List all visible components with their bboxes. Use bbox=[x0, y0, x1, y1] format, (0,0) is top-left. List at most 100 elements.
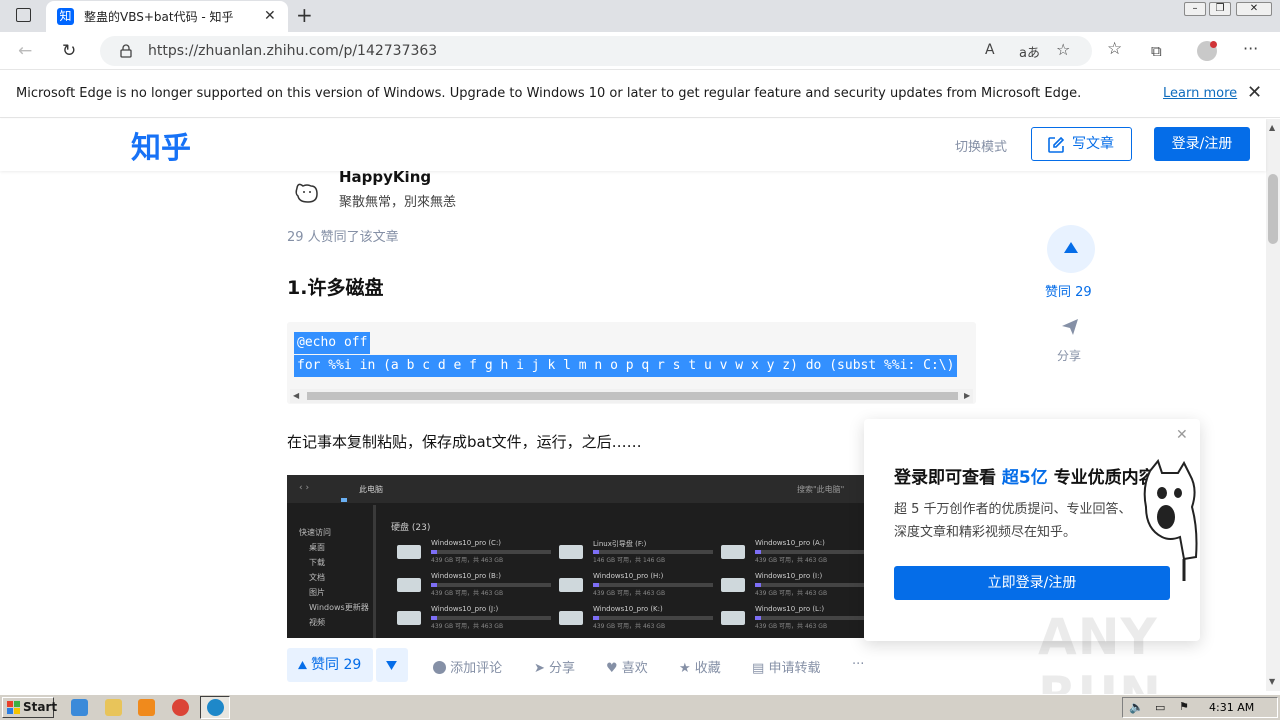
collections-icon[interactable]: ⧉ bbox=[1151, 42, 1162, 60]
star-icon: ★ bbox=[679, 661, 691, 676]
drive-info: 439 GB 可用，共 463 GB bbox=[593, 590, 666, 597]
notice-text: Microsoft Edge is no longer supported on… bbox=[16, 86, 1082, 101]
popup-login-button[interactable]: 立即登录/注册 bbox=[894, 566, 1170, 600]
translate-icon[interactable]: aあ bbox=[1019, 42, 1040, 61]
side-upvote-button[interactable] bbox=[1047, 225, 1095, 273]
popup-title-highlight: 超5亿 bbox=[1001, 468, 1048, 488]
repost-label: 申请转载 bbox=[768, 661, 821, 676]
tab-title: 整蛊的VBS+bat代码 - 知乎 bbox=[84, 10, 234, 24]
drive-icon bbox=[397, 611, 421, 625]
side-vote-count[interactable]: 赞同 29 bbox=[1045, 281, 1092, 300]
drive-icon bbox=[559, 578, 583, 592]
collect-button[interactable]: ★ 收藏 bbox=[679, 657, 721, 676]
minimize-icon[interactable]: – bbox=[1184, 2, 1206, 16]
drive-info: 439 GB 可用，共 463 GB bbox=[755, 557, 828, 564]
add-favorite-icon[interactable]: ☆ bbox=[1056, 40, 1070, 59]
popup-title-pre: 登录即可查看 bbox=[894, 468, 996, 488]
share-label: 分享 bbox=[549, 661, 576, 676]
scroll-right-icon[interactable]: ▶ bbox=[964, 391, 970, 400]
like-button[interactable]: ♥ 喜欢 bbox=[606, 657, 648, 676]
tab-actions-icon[interactable] bbox=[16, 8, 31, 22]
login-button[interactable]: 登录/注册 bbox=[1154, 127, 1250, 161]
code-block[interactable]: @echo off for %%i in (a b c d e f g h i … bbox=[287, 322, 976, 404]
address-bar: ← ↻ https://zhuanlan.zhihu.com/p/1427373… bbox=[0, 32, 1280, 70]
zhihu-logo[interactable]: 知乎 bbox=[131, 123, 191, 167]
more-actions-button[interactable]: ··· bbox=[852, 657, 864, 672]
learn-more-link[interactable]: Learn more bbox=[1163, 86, 1237, 101]
code-scroll-thumb[interactable] bbox=[307, 392, 958, 400]
url-field[interactable]: https://zhuanlan.zhihu.com/p/142737363 A… bbox=[100, 36, 1092, 66]
system-tray: 🔈 ▭ ⚑ 4:31 AM bbox=[1122, 697, 1278, 718]
explorer-nav-item: 文档 bbox=[309, 573, 325, 582]
taskbar: Start 🔈 ▭ ⚑ 4:31 AM bbox=[0, 694, 1280, 720]
network-icon[interactable]: ▭ bbox=[1155, 701, 1165, 714]
repost-button[interactable]: ▤ 申请转载 bbox=[752, 657, 820, 676]
profile-avatar[interactable] bbox=[1197, 41, 1217, 61]
favorites-icon[interactable]: ☆ bbox=[1107, 39, 1122, 59]
write-article-button[interactable]: 写文章 bbox=[1031, 127, 1132, 161]
close-popup-icon[interactable]: ✕ bbox=[1176, 427, 1188, 443]
flag-icon[interactable]: ⚑ bbox=[1179, 700, 1189, 713]
folder-icon[interactable] bbox=[105, 699, 122, 716]
page-scrollbar[interactable]: ▲ ▼ bbox=[1266, 119, 1280, 691]
drive-usage-bar bbox=[593, 583, 713, 587]
restore-icon[interactable]: ❐ bbox=[1209, 2, 1231, 16]
drive-name: Windows10_pro (K:) bbox=[593, 605, 663, 613]
drive-name: Windows10_pro (J:) bbox=[431, 605, 499, 613]
browser-titlebar: 知 整蛊的VBS+bat代码 - 知乎 ✕ + – ❐ ✕ bbox=[0, 0, 1280, 32]
drive-usage-bar bbox=[755, 550, 864, 554]
drive-info: 146 GB 可用，共 146 GB bbox=[593, 557, 666, 564]
drive-icon bbox=[721, 578, 745, 592]
close-tab-icon[interactable]: ✕ bbox=[264, 8, 276, 24]
windows-flag-icon bbox=[7, 701, 20, 714]
explorer-nav-item: 下载 bbox=[309, 558, 325, 567]
downvote-arrow-icon bbox=[386, 661, 397, 670]
vote-summary: 29 人赞同了该文章 bbox=[287, 230, 399, 245]
share-icon[interactable] bbox=[1061, 318, 1079, 336]
downvote-button[interactable] bbox=[376, 648, 408, 682]
refresh-icon[interactable]: ↻ bbox=[62, 41, 76, 61]
code-scrollbar[interactable]: ◀ ▶ bbox=[290, 389, 973, 403]
explorer-nav-arrows-icon: ‹ › bbox=[299, 483, 310, 493]
write-article-label: 写文章 bbox=[1072, 136, 1114, 152]
new-tab-icon[interactable]: + bbox=[296, 3, 313, 27]
collect-label: 收藏 bbox=[694, 661, 721, 676]
drive-name: Windows10_pro (I:) bbox=[755, 572, 823, 580]
chrome-icon[interactable] bbox=[172, 699, 189, 716]
comment-button[interactable]: 添加评论 bbox=[433, 657, 502, 676]
side-share-label[interactable]: 分享 bbox=[1057, 347, 1081, 364]
drives-section-title: 硬盘 (23) bbox=[391, 523, 431, 533]
browser-tab[interactable]: 知 整蛊的VBS+bat代码 - 知乎 ✕ bbox=[46, 1, 288, 32]
read-aloud-icon[interactable]: A bbox=[985, 42, 995, 58]
code-line: @echo off bbox=[294, 332, 371, 354]
drive-name: Linux引导盘 (F:) bbox=[593, 540, 647, 548]
explorer-nav-item: 图片 bbox=[309, 588, 325, 597]
scroll-left-icon[interactable]: ◀ bbox=[293, 391, 299, 400]
explorer-splitter bbox=[373, 505, 376, 638]
site-header: 知乎 切换模式 写文章 登录/注册 bbox=[0, 119, 1266, 171]
switch-mode-link[interactable]: 切换模式 bbox=[955, 136, 1007, 155]
close-window-icon[interactable]: ✕ bbox=[1236, 2, 1272, 16]
scroll-thumb[interactable] bbox=[1268, 174, 1278, 244]
settings-more-icon[interactable]: ··· bbox=[1243, 39, 1258, 58]
author-avatar[interactable] bbox=[292, 178, 322, 208]
mascot-illustration bbox=[1143, 459, 1198, 581]
explorer-breadcrumb: 此电脑 bbox=[359, 485, 383, 494]
edge-taskbar-button[interactable] bbox=[200, 696, 230, 719]
lock-icon bbox=[120, 44, 132, 58]
scroll-up-icon[interactable]: ▲ bbox=[1269, 123, 1275, 132]
media-player-icon[interactable] bbox=[138, 699, 155, 716]
explorer-nav-item: Windows更新器 bbox=[309, 603, 369, 612]
drive-name: Windows10_pro (A:) bbox=[755, 539, 825, 547]
ie-icon[interactable] bbox=[71, 699, 88, 716]
drive-name: Windows10_pro (H:) bbox=[593, 572, 664, 580]
share-button[interactable]: ➤ 分享 bbox=[534, 657, 575, 676]
code-line: for %%i in (a b c d e f g h i j k l m n … bbox=[294, 355, 958, 377]
upvote-button[interactable]: 赞同 29 bbox=[287, 648, 373, 682]
close-notice-icon[interactable]: ✕ bbox=[1247, 82, 1262, 103]
volume-icon[interactable]: 🔈 bbox=[1129, 700, 1144, 714]
drive-info: 439 GB 可用，共 463 GB bbox=[431, 590, 504, 597]
article-image[interactable]: ‹ › 此电脑 搜索"此电脑" 快速访问 桌面 下载 文档 图片 Windows更新器 视频… bbox=[287, 475, 864, 638]
back-icon[interactable]: ← bbox=[18, 41, 32, 61]
start-button[interactable]: Start bbox=[2, 697, 57, 718]
